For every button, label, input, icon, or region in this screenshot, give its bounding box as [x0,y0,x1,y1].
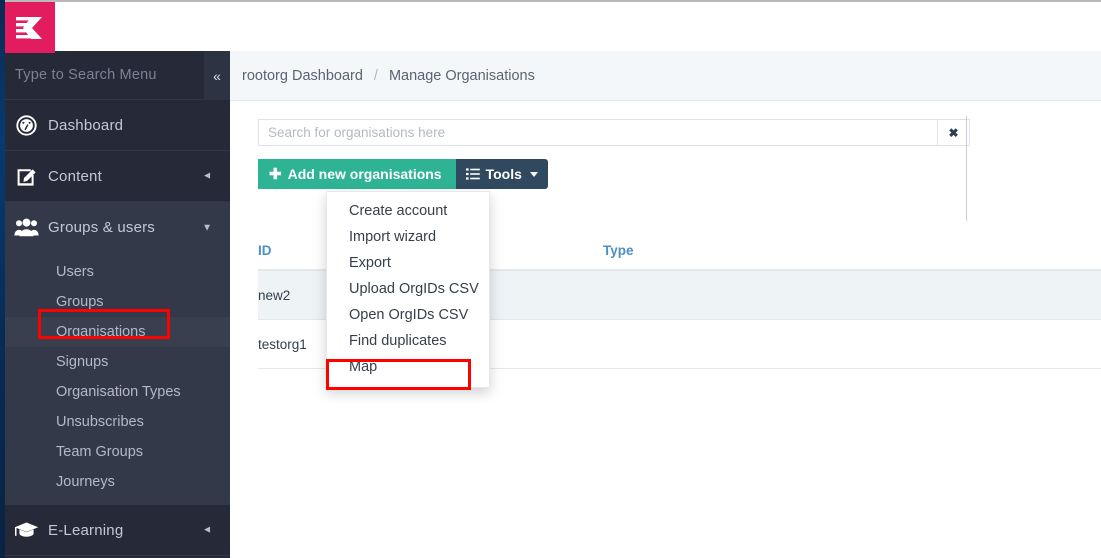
sidebar-subitem-label: Organisations [56,324,146,340]
users-group-icon [4,218,48,237]
sidebar-group-elearning: E-Learning ◄ [4,505,230,556]
column-header-type[interactable]: Type [603,243,803,258]
sidebar-submenu-groups-users: Users Groups Organisations Signups Organ… [4,253,230,505]
double-chevron-left-icon: « [213,67,221,84]
menu-item-import-wizard[interactable]: Import wizard [327,224,489,250]
add-button-label: Add new organisations [287,166,442,182]
breadcrumb-separator: / [373,67,378,84]
top-header-bar [0,0,1101,53]
sidebar-item-organisations[interactable]: Organisations [4,317,230,347]
menu-item-open-orgids-csv[interactable]: Open OrgIDs CSV [327,302,489,328]
graduation-cap-icon [4,521,48,539]
sidebar-item-label: Dashboard [48,116,124,134]
add-new-organisations-button[interactable]: ✚ Add new organisations [258,159,456,189]
sidebar-group-groups-users: Groups & users ▼ Users Groups Organisati… [4,202,230,505]
close-icon: ✖ [948,125,959,140]
sidebar-item-e-learning[interactable]: E-Learning ◄ [4,505,230,556]
sidebar-subitem-label: Journeys [56,474,115,490]
organisation-search-row: ✖ [258,119,970,146]
menu-item-label: Create account [349,203,448,219]
sidebar-item-dashboard[interactable]: Dashboard [4,100,230,151]
sidebar-collapse-button[interactable]: « [204,51,230,100]
menu-item-find-duplicates[interactable]: Find duplicates [327,328,489,354]
tools-dropdown-button[interactable]: Tools [455,159,548,189]
k-logo-icon [15,16,42,39]
tools-button-label: Tools [485,166,522,182]
sidebar-search-placeholder: Type to Search Menu [15,67,157,83]
action-button-group: ✚ Add new organisations Tools [258,159,1101,189]
sidebar-item-team-groups[interactable]: Team Groups [4,437,230,467]
sidebar-menu-search[interactable]: Type to Search Menu « [4,51,230,100]
sidebar-item-signups[interactable]: Signups [4,347,230,377]
menu-item-export[interactable]: Export [327,250,489,276]
left-edge-accent-strip [0,0,5,558]
menu-item-label: Upload OrgIDs CSV [349,281,479,297]
content-body: ✖ ✚ Add new organisations [230,101,1101,369]
menu-item-create-account[interactable]: Create account [327,198,489,224]
menu-item-map[interactable]: Map [327,354,489,380]
sidebar-item-unsubscribes[interactable]: Unsubscribes [4,407,230,437]
caret-down-icon: ▼ [202,222,212,233]
sidebar-subitem-label: Groups [56,294,104,310]
brand-logo-button[interactable] [4,2,55,53]
sidebar-item-content[interactable]: Content ◄ [4,151,230,202]
sidebar-group-content: Content ◄ [4,151,230,202]
menu-item-label: Map [349,359,378,375]
sidebar-item-groups[interactable]: Groups [4,287,230,317]
dashboard-gauge-icon [4,114,48,136]
caret-down-icon [529,171,538,177]
sidebar-subitem-label: Users [56,264,94,280]
sidebar-item-label: Content [48,167,102,185]
menu-item-label: Import wizard [349,229,437,245]
caret-left-icon: ◄ [202,170,212,182]
sidebar-subitem-label: Unsubscribes [56,414,144,430]
breadcrumb-root-link[interactable]: rootorg Dashboard [242,68,363,84]
sidebar-subitem-label: Organisation Types [56,384,181,400]
list-lines-icon [465,168,480,180]
app-root: Type to Search Menu « Dashboard Content … [0,0,1101,558]
sidebar-item-journeys[interactable]: Journeys [4,467,230,497]
tools-dropdown-menu: Create account Import wizard Export Uplo… [326,191,490,390]
sidebar-group-dashboard: Dashboard [4,100,230,151]
sidebar-item-groups-users[interactable]: Groups & users ▼ [4,202,230,253]
panel-divider [966,116,967,221]
menu-item-label: Find duplicates [349,333,447,349]
sidebar-item-label: Groups & users [48,219,156,236]
breadcrumb-current: Manage Organisations [388,67,535,84]
menu-item-upload-orgids-csv[interactable]: Upload OrgIDs CSV [327,276,489,302]
breadcrumb: rootorg Dashboard / Manage Organisations [230,51,1101,101]
caret-left-icon: ◄ [202,524,212,536]
menu-item-label: Export [349,255,391,271]
sidebar-subitem-label: Team Groups [56,444,144,460]
sidebar-item-label: E-Learning [48,521,124,539]
left-sidebar: Type to Search Menu « Dashboard Content … [4,51,230,558]
search-input[interactable] [258,119,938,146]
sidebar-item-users[interactable]: Users [4,257,230,287]
edit-pencil-square-icon [4,166,48,187]
sidebar-item-organisation-types[interactable]: Organisation Types [4,377,230,407]
sidebar-subitem-label: Signups [56,354,109,370]
plus-icon: ✚ [269,165,282,183]
menu-item-label: Open OrgIDs CSV [349,307,469,323]
